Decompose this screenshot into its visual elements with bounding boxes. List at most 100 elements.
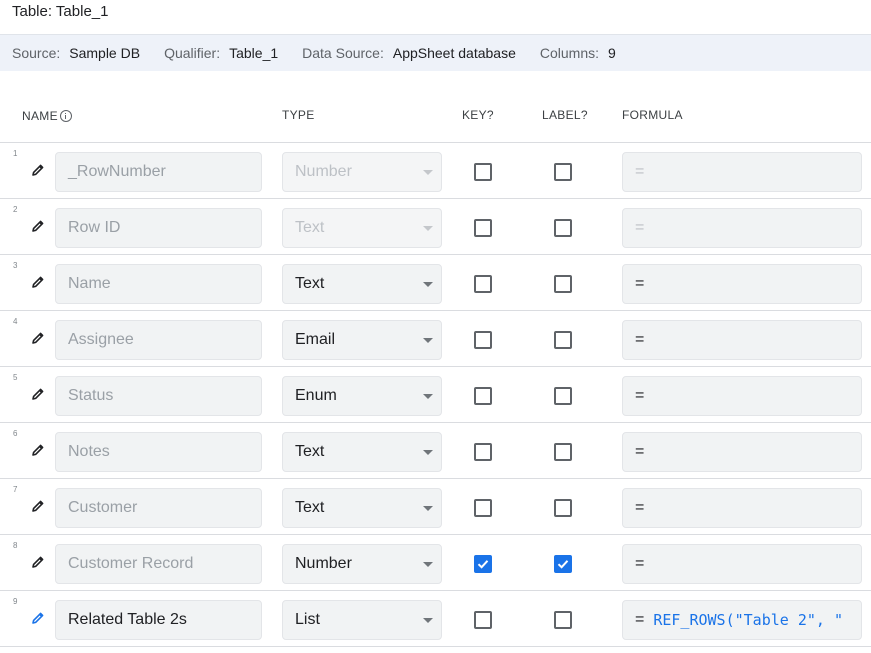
column-type-select[interactable]: Number — [282, 152, 442, 192]
key-checkbox[interactable] — [474, 219, 492, 237]
formula-field[interactable]: = — [622, 432, 862, 472]
formula-equals: = — [635, 275, 645, 292]
caret-down-icon — [423, 450, 433, 455]
formula-equals: = — [635, 555, 645, 572]
table-row: 4 Assignee Email = — [0, 311, 871, 367]
column-name-field[interactable]: Name — [55, 264, 262, 304]
label-checkbox[interactable] — [554, 499, 572, 517]
formula-field[interactable]: = — [622, 320, 862, 360]
label-checkbox[interactable] — [554, 387, 572, 405]
label-checkbox[interactable] — [554, 555, 572, 573]
table-row: 8 Customer Record Number = — [0, 535, 871, 591]
row-number: 2 — [13, 205, 18, 214]
table-row: 9 Related Table 2s List = REF_ROWS("Table 2"… — [0, 591, 871, 647]
label-checkbox[interactable] — [554, 443, 572, 461]
column-name-field[interactable]: Assignee — [55, 320, 262, 360]
column-name-field[interactable]: Customer — [55, 488, 262, 528]
table-row: 6 Notes Text = — [0, 423, 871, 479]
formula-equals: = — [635, 443, 645, 460]
column-type-select[interactable]: Text — [282, 432, 442, 472]
column-type-select[interactable]: Enum — [282, 376, 442, 416]
pencil-icon[interactable] — [30, 330, 46, 346]
caret-down-icon — [423, 170, 433, 175]
column-type-select[interactable]: List — [282, 600, 442, 640]
source-label: Source: — [12, 45, 61, 61]
caret-down-icon — [423, 226, 433, 231]
pencil-icon[interactable] — [30, 162, 46, 178]
row-number: 1 — [13, 149, 18, 158]
column-name-text: Row ID — [68, 219, 121, 236]
key-checkbox[interactable] — [474, 275, 492, 293]
column-name-field[interactable]: _RowNumber — [55, 152, 262, 192]
label-checkbox[interactable] — [554, 219, 572, 237]
column-type-text: Email — [295, 331, 336, 348]
formula-field[interactable]: = — [622, 544, 862, 584]
column-type-select[interactable]: Email — [282, 320, 442, 360]
column-type-select[interactable]: Text — [282, 264, 442, 304]
column-type-select[interactable]: Text — [282, 488, 442, 528]
table-row: 3 Name Text = — [0, 255, 871, 311]
key-checkbox[interactable] — [474, 387, 492, 405]
formula-equals: = — [635, 163, 645, 180]
column-name-text: _RowNumber — [68, 163, 166, 180]
pencil-icon[interactable] — [30, 274, 46, 290]
column-type-text: Enum — [295, 387, 337, 404]
column-type-select[interactable]: Number — [282, 544, 442, 584]
column-name-field[interactable]: Related Table 2s — [55, 600, 262, 640]
column-name-text: Related Table 2s — [68, 611, 187, 628]
formula-field[interactable]: = — [622, 264, 862, 304]
column-type-text: List — [295, 611, 320, 628]
pencil-icon[interactable] — [30, 498, 46, 514]
page-title: Table: Table_1 — [12, 3, 109, 20]
column-name-text: Assignee — [68, 331, 134, 348]
label-checkbox[interactable] — [554, 331, 572, 349]
pencil-icon[interactable] — [30, 442, 46, 458]
info-icon[interactable] — [59, 110, 72, 122]
header-type: TYPE — [282, 108, 315, 122]
key-checkbox[interactable] — [474, 611, 492, 629]
pencil-icon[interactable] — [30, 554, 46, 570]
formula-equals: = — [635, 331, 645, 348]
formula-equals: = — [635, 387, 645, 404]
row-number: 5 — [13, 373, 18, 382]
row-number: 4 — [13, 317, 18, 326]
pencil-icon[interactable] — [30, 218, 46, 234]
pencil-icon[interactable] — [30, 610, 46, 626]
table-row: 2 Row ID Text = — [0, 199, 871, 255]
formula-field[interactable]: = REF_ROWS("Table 2", " — [622, 600, 862, 640]
column-name-field[interactable]: Row ID — [55, 208, 262, 248]
key-checkbox[interactable] — [474, 331, 492, 349]
row-number: 9 — [13, 597, 18, 606]
row-number: 6 — [13, 429, 18, 438]
key-checkbox[interactable] — [474, 163, 492, 181]
column-type-text: Text — [295, 499, 325, 516]
column-name-field[interactable]: Status — [55, 376, 262, 416]
column-type-text: Text — [295, 443, 325, 460]
column-name-text: Customer Record — [68, 555, 194, 572]
column-name-field[interactable]: Notes — [55, 432, 262, 472]
column-name-text: Customer — [68, 499, 138, 516]
key-checkbox[interactable] — [474, 443, 492, 461]
table-row: 1 _RowNumber Number = — [0, 143, 871, 199]
key-checkbox[interactable] — [474, 555, 492, 573]
row-number: 8 — [13, 541, 18, 550]
label-checkbox[interactable] — [554, 275, 572, 293]
key-checkbox[interactable] — [474, 499, 492, 517]
label-checkbox[interactable] — [554, 611, 572, 629]
column-type-text: Number — [295, 163, 352, 180]
caret-down-icon — [423, 618, 433, 623]
datasource-label: Data Source: — [302, 45, 384, 61]
pencil-icon[interactable] — [30, 386, 46, 402]
label-checkbox[interactable] — [554, 163, 572, 181]
header-name: NAME — [22, 108, 72, 123]
column-type-text: Text — [295, 219, 325, 236]
formula-field[interactable]: = — [622, 488, 862, 528]
column-name-field[interactable]: Customer Record — [55, 544, 262, 584]
formula-field[interactable]: = — [622, 152, 862, 192]
column-type-select[interactable]: Text — [282, 208, 442, 248]
formula-field[interactable]: = — [622, 208, 862, 248]
column-type-text: Number — [295, 555, 352, 572]
formula-field[interactable]: = — [622, 376, 862, 416]
table-row: 5 Status Enum = — [0, 367, 871, 423]
table-info-bar: Source: Sample DB Qualifier: Table_1 Dat… — [0, 34, 871, 71]
